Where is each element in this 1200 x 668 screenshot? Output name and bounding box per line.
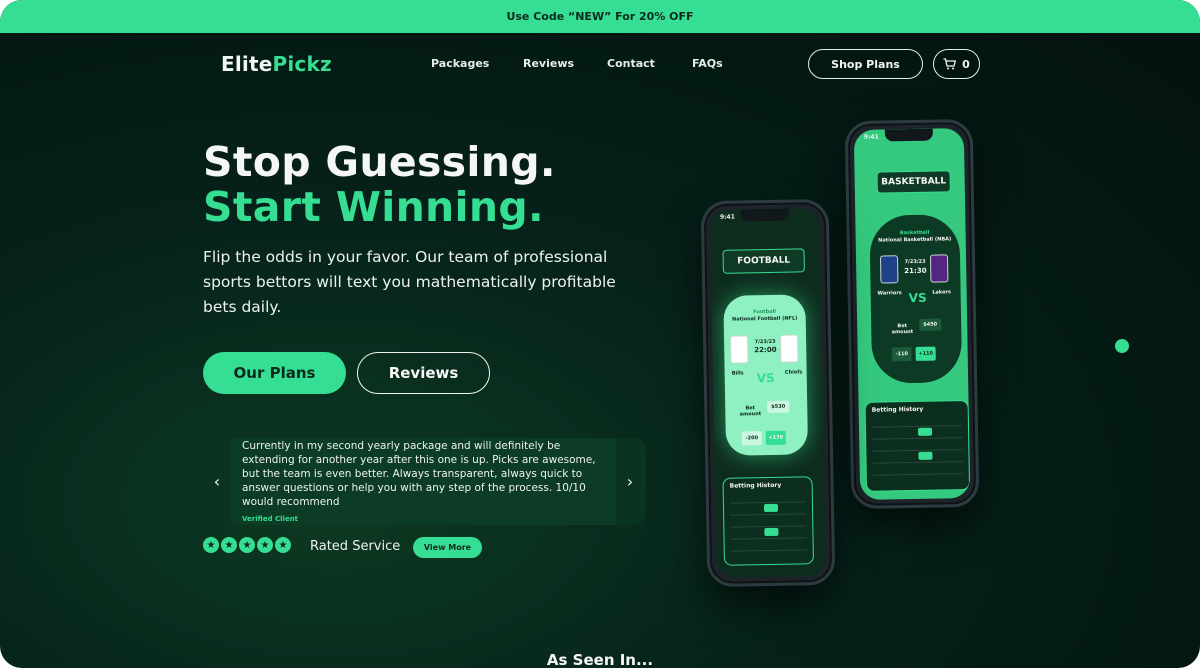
- star-icon: ★: [257, 537, 273, 553]
- phone-notch: [740, 208, 789, 222]
- vs-label: VS: [908, 290, 927, 306]
- history-row: [730, 513, 807, 516]
- team-badge-home: [729, 335, 749, 364]
- sport-label: BASKETBALL: [876, 170, 951, 194]
- history-row: [872, 437, 963, 440]
- chevron-left-icon: ‹: [213, 472, 221, 491]
- phone-mockup-basketball: 9:41 BASKETBALL Basketball National Bask…: [844, 118, 980, 510]
- phone-screen: 9:41 FOOTBALL Football National Football…: [709, 208, 827, 578]
- history-pill: [917, 427, 933, 436]
- cart-count: 0: [962, 57, 970, 71]
- history-row: [872, 473, 963, 476]
- odds-right: +110: [915, 346, 936, 361]
- home-team: Bills: [731, 370, 744, 377]
- star-icon: ★: [275, 537, 291, 553]
- sport-label: FOOTBALL: [722, 248, 805, 274]
- phone-mockup-football: 9:41 FOOTBALL Football National Football…: [700, 198, 836, 588]
- page-frame: Use Code “NEW” For 20% OFF ElitePickz Pa…: [0, 0, 1200, 668]
- history-row: [730, 537, 807, 540]
- betting-history-panel: Betting History: [864, 400, 971, 492]
- view-more-button[interactable]: View More: [413, 537, 482, 558]
- team-badge-away: [929, 254, 949, 283]
- cart-icon: [943, 58, 957, 70]
- game-time: 22:00: [754, 345, 777, 355]
- hero-title-line1: Stop Guessing.: [203, 138, 556, 186]
- vs-label: VS: [756, 370, 775, 386]
- star-icon: ★: [239, 537, 255, 553]
- history-pill: [763, 503, 779, 513]
- review-author: Verified Client: [242, 515, 299, 523]
- odds-right: +170: [765, 430, 786, 446]
- history-row: [872, 449, 963, 452]
- nav-link-faqs[interactable]: FAQs: [692, 57, 723, 70]
- promo-text: Use Code “NEW” For 20% OFF: [506, 10, 694, 23]
- as-seen-in-heading: As Seen In...: [546, 651, 654, 668]
- nav-link-contact[interactable]: Contact: [607, 57, 655, 70]
- history-pill: [918, 451, 933, 460]
- nav-link-reviews[interactable]: Reviews: [523, 57, 574, 70]
- review-prev-button[interactable]: ‹: [203, 438, 231, 525]
- hero-title-line2: Start Winning.: [203, 183, 544, 231]
- rating-stars: ★ ★ ★ ★ ★: [203, 537, 291, 553]
- away-team: Lakers: [932, 289, 951, 296]
- odds-left: -200: [741, 431, 762, 446]
- rated-service-label: Rated Service: [310, 539, 401, 554]
- game-date: 7/23/23: [904, 258, 926, 266]
- phone-screen: 9:41 BASKETBALL Basketball National Bask…: [853, 128, 971, 500]
- bet-value: $450: [919, 318, 942, 331]
- bet-label: Bet amount: [739, 405, 762, 418]
- phone-notch: [884, 128, 933, 142]
- history-pill: [764, 527, 779, 537]
- game-date: 7/23/23: [754, 338, 776, 346]
- team-badge-away: [779, 334, 799, 363]
- bet-value: $530: [767, 400, 790, 414]
- history-title: Betting History: [729, 481, 782, 490]
- nav-link-packages[interactable]: Packages: [431, 57, 489, 70]
- history-row: [871, 425, 962, 428]
- history-row: [730, 549, 807, 552]
- home-team: Warriors: [877, 290, 902, 297]
- betting-history-panel: Betting History: [722, 476, 814, 566]
- brand-name-part2: Pickz: [272, 52, 332, 76]
- game-time: 21:30: [904, 266, 927, 276]
- away-team: Chiefs: [784, 369, 803, 376]
- our-plans-button[interactable]: Our Plans: [203, 352, 346, 394]
- brand-name-part1: Elite: [221, 52, 273, 76]
- status-time: 9:41: [863, 133, 879, 141]
- cart-button[interactable]: 0: [933, 49, 980, 79]
- star-icon: ★: [221, 537, 237, 553]
- odds-left: -110: [891, 347, 912, 362]
- hero-subtitle: Flip the odds in your favor. Our team of…: [203, 248, 616, 316]
- decorative-dot: [1115, 339, 1129, 353]
- star-icon: ★: [203, 537, 219, 553]
- review-text: Currently in my second yearly package an…: [242, 440, 596, 508]
- shop-plans-button[interactable]: Shop Plans: [808, 49, 923, 79]
- status-time: 9:41: [719, 213, 735, 221]
- brand-logo[interactable]: ElitePickz: [221, 52, 332, 76]
- team-badge-home: [879, 255, 899, 284]
- history-row: [872, 461, 963, 464]
- chevron-right-icon: ›: [626, 472, 634, 491]
- bet-label: Bet amount: [891, 323, 914, 336]
- review-next-button[interactable]: ›: [616, 438, 644, 525]
- history-title: Betting History: [871, 405, 924, 414]
- reviews-button[interactable]: Reviews: [357, 352, 490, 394]
- promo-banner[interactable]: Use Code “NEW” For 20% OFF: [0, 0, 1200, 33]
